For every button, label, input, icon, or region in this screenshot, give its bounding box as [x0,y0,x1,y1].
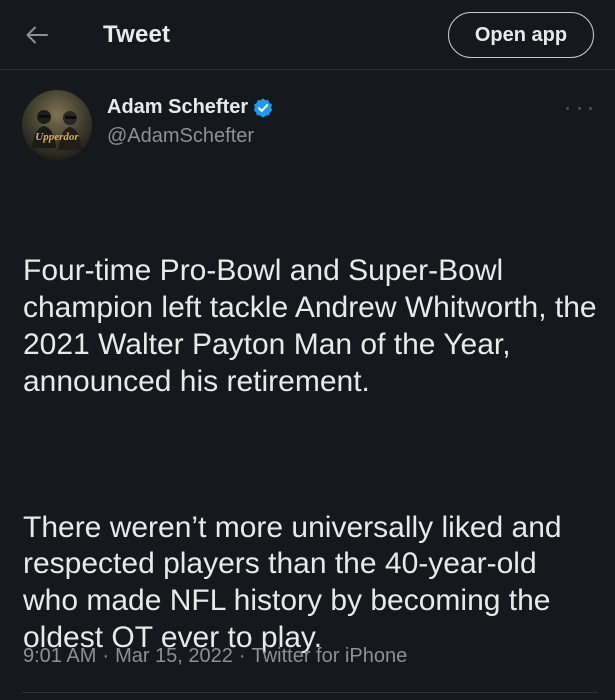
arrow-left-icon [26,26,48,44]
author-name-row[interactable]: Adam Schefter [107,96,274,119]
meta-separator: · [102,645,110,667]
tweet-time[interactable]: 9:01 AM [23,645,96,667]
page-title: Tweet [103,21,171,48]
tweet-meta: 9:01 AM · Mar 15, 2022 · Twitter for iPhone [23,645,407,668]
top-bar: Tweet Open app [0,0,615,70]
avatar[interactable]: Upperdor [22,90,92,160]
tweet-date[interactable]: Mar 15, 2022 [115,645,233,667]
author-handle[interactable]: @AdamSchefter [107,125,254,148]
author-display-name[interactable]: Adam Schefter [107,96,248,119]
tweet-text: Four-time Pro-Bowl and Super-Bowl champi… [23,180,598,693]
avatar-text: Upperdor [35,131,79,143]
tweet-paragraph: Four-time Pro-Bowl and Super-Bowl champi… [23,254,605,398]
tweet-source[interactable]: Twitter for iPhone [252,645,408,667]
verified-badge-icon [252,97,274,119]
meta-separator: · [238,645,246,667]
tweet-author: Upperdor Adam Schefter @AdamSchefter [0,88,615,168]
avatar-image: Upperdor [22,90,92,160]
divider [22,692,598,693]
back-button[interactable] [22,20,52,50]
open-app-button[interactable]: Open app [448,12,594,58]
tweet-paragraph: There weren’t more universally liked and… [23,510,570,654]
more-options-icon[interactable] [566,98,592,118]
